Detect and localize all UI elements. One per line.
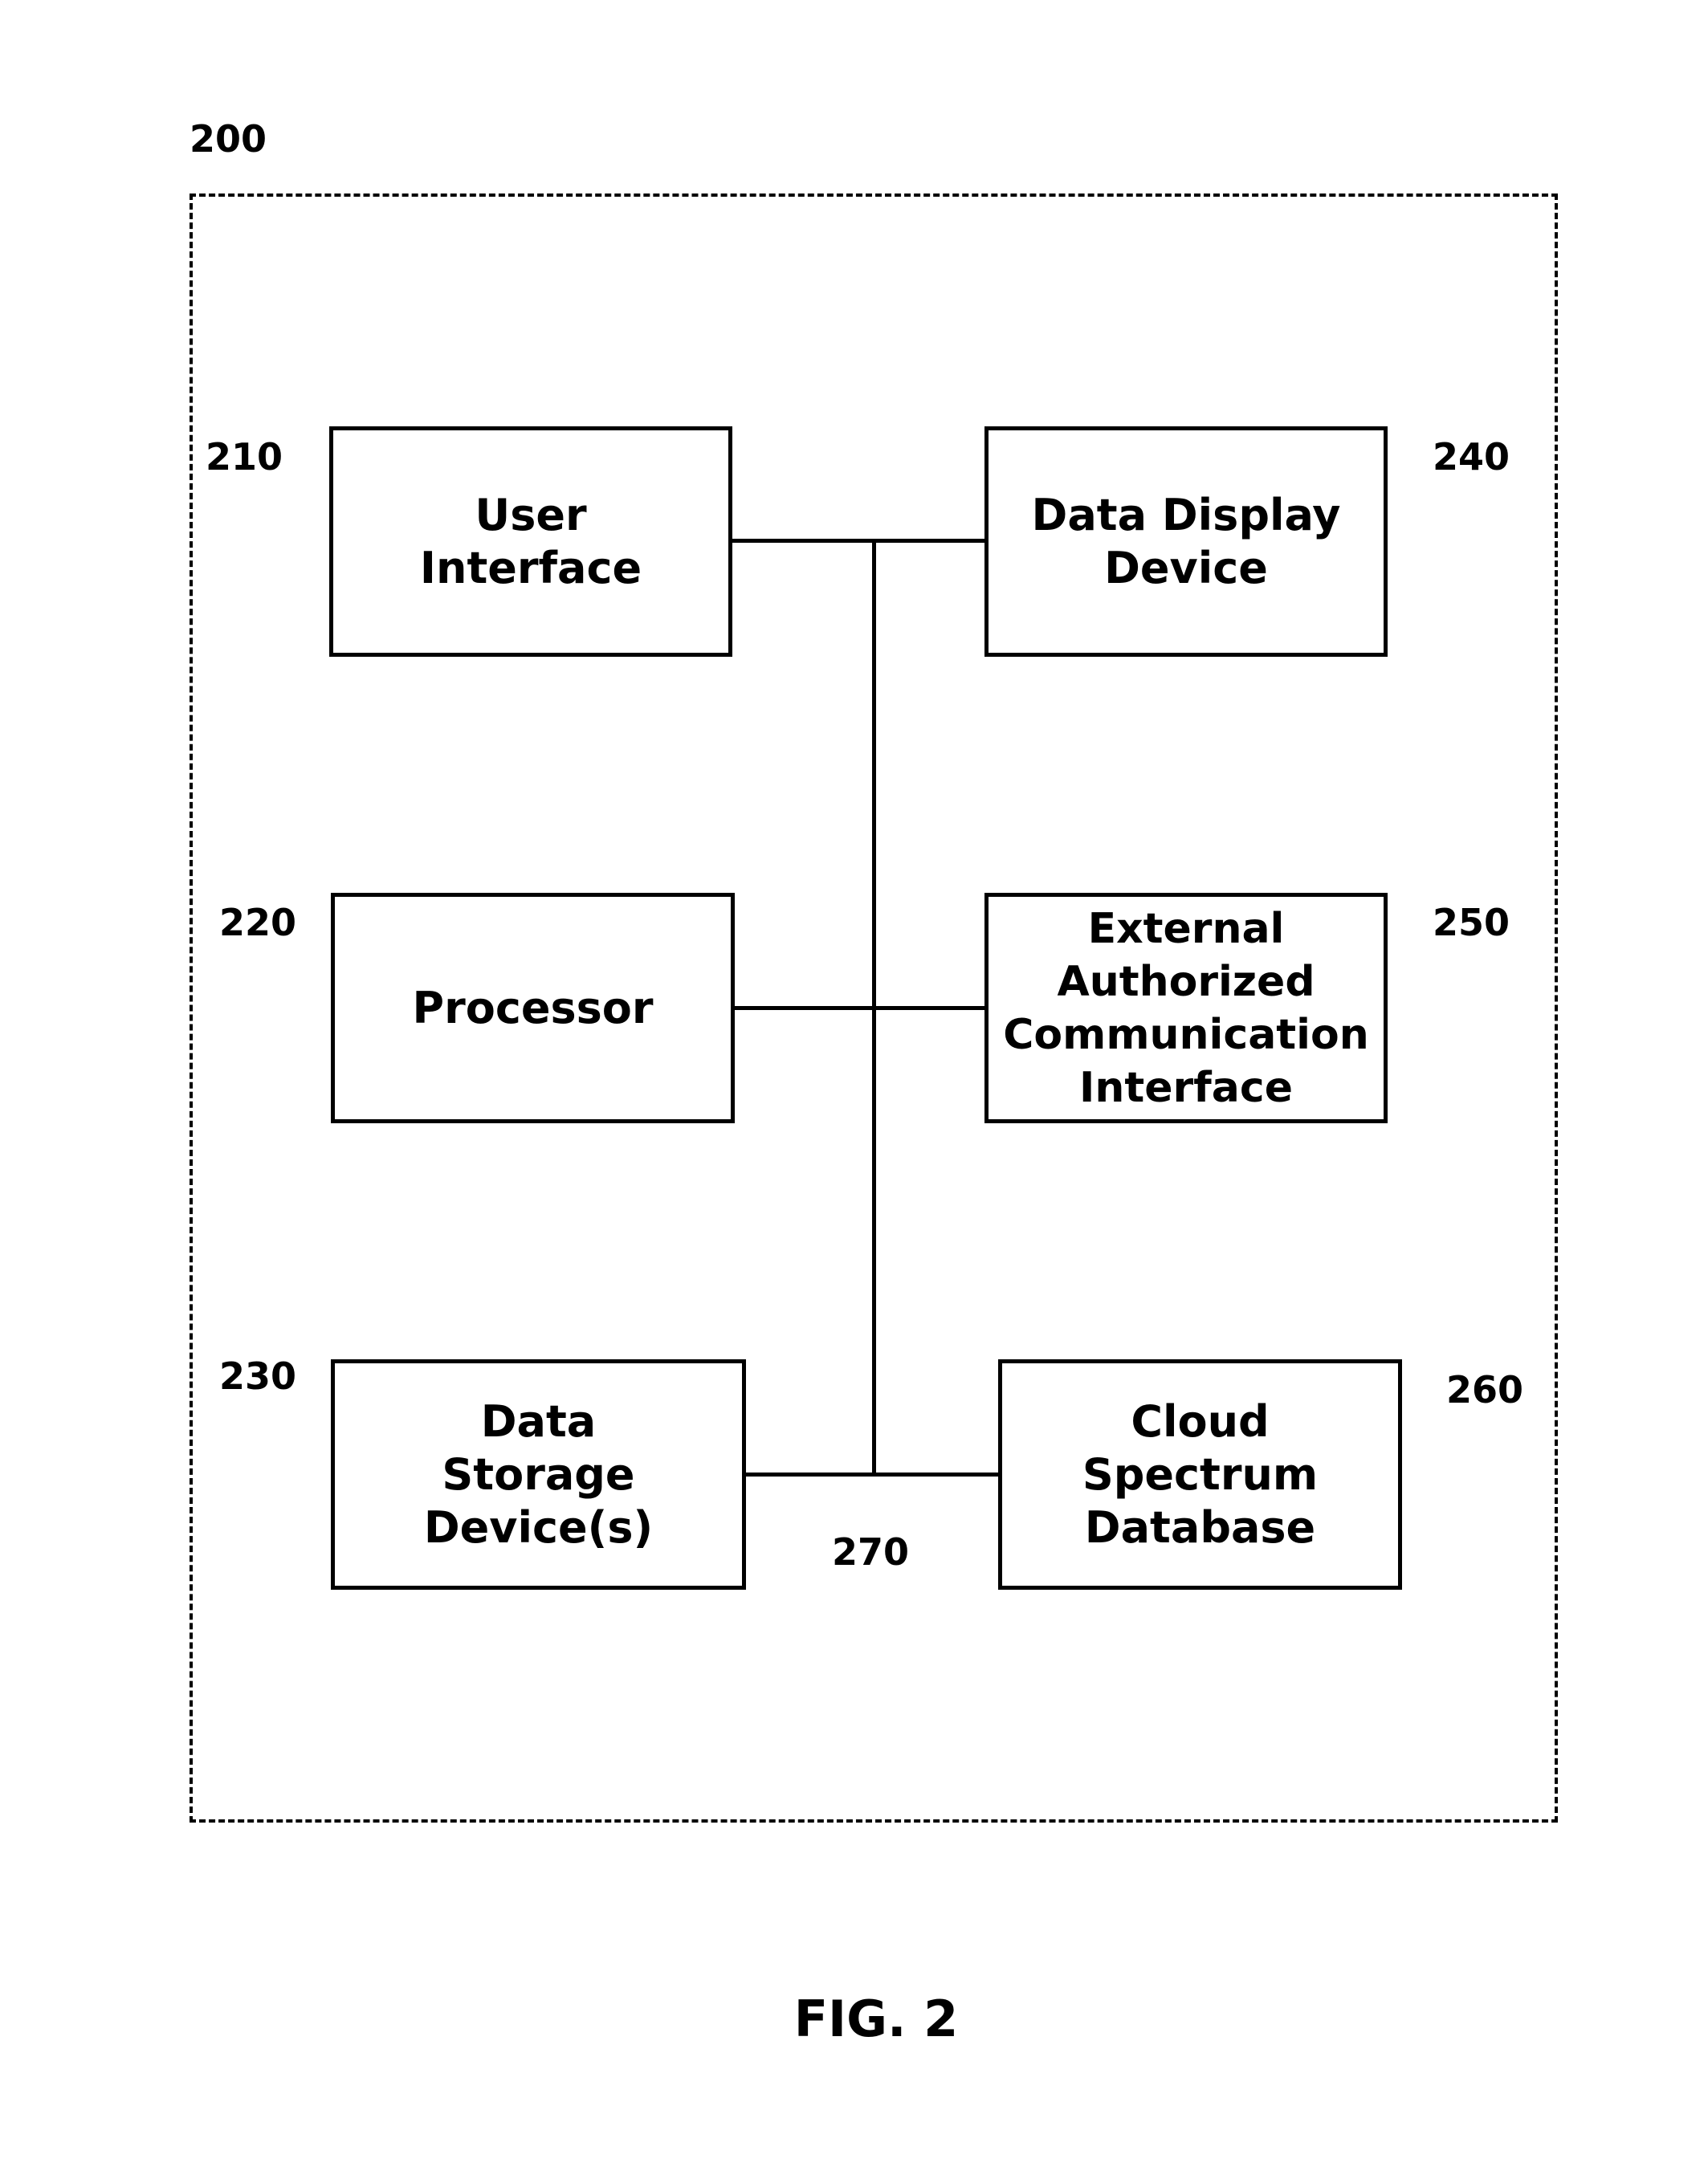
ref-220: 220 (219, 901, 297, 944)
figure-caption: FIG. 2 (793, 1990, 959, 2048)
data-display-box: Data Display Device (984, 426, 1388, 657)
bus-line-210-240 (732, 539, 984, 543)
bus-line-220-250 (735, 1006, 984, 1010)
ref-250: 250 (1433, 901, 1510, 944)
external-comm-box: External Authorized Communication Interf… (984, 893, 1388, 1123)
external-comm-label: External Authorized Communication Interf… (1003, 904, 1369, 1112)
data-display-label: Data Display Device (1031, 489, 1341, 593)
processor-label: Processor (412, 982, 654, 1033)
bus-ref-270: 270 (832, 1530, 910, 1574)
bus-line-230-260 (746, 1473, 998, 1477)
ref-260: 260 (1446, 1368, 1524, 1411)
data-storage-box: Data Storage Device(s) (331, 1359, 746, 1590)
ref-210: 210 (206, 435, 283, 479)
cloud-db-label: Cloud Spectrum Database (1082, 1395, 1319, 1553)
ref-230: 230 (219, 1354, 297, 1398)
processor-box: Processor (331, 893, 735, 1123)
user-interface-label: User Interface (419, 489, 642, 593)
system-ref-label: 200 (190, 117, 267, 161)
patent-figure: 200 User Interface 210 Processor 220 Dat… (0, 0, 1708, 2163)
user-interface-box: User Interface (329, 426, 732, 657)
ref-240: 240 (1433, 435, 1510, 479)
cloud-db-box: Cloud Spectrum Database (998, 1359, 1402, 1590)
data-storage-label: Data Storage Device(s) (423, 1395, 654, 1553)
